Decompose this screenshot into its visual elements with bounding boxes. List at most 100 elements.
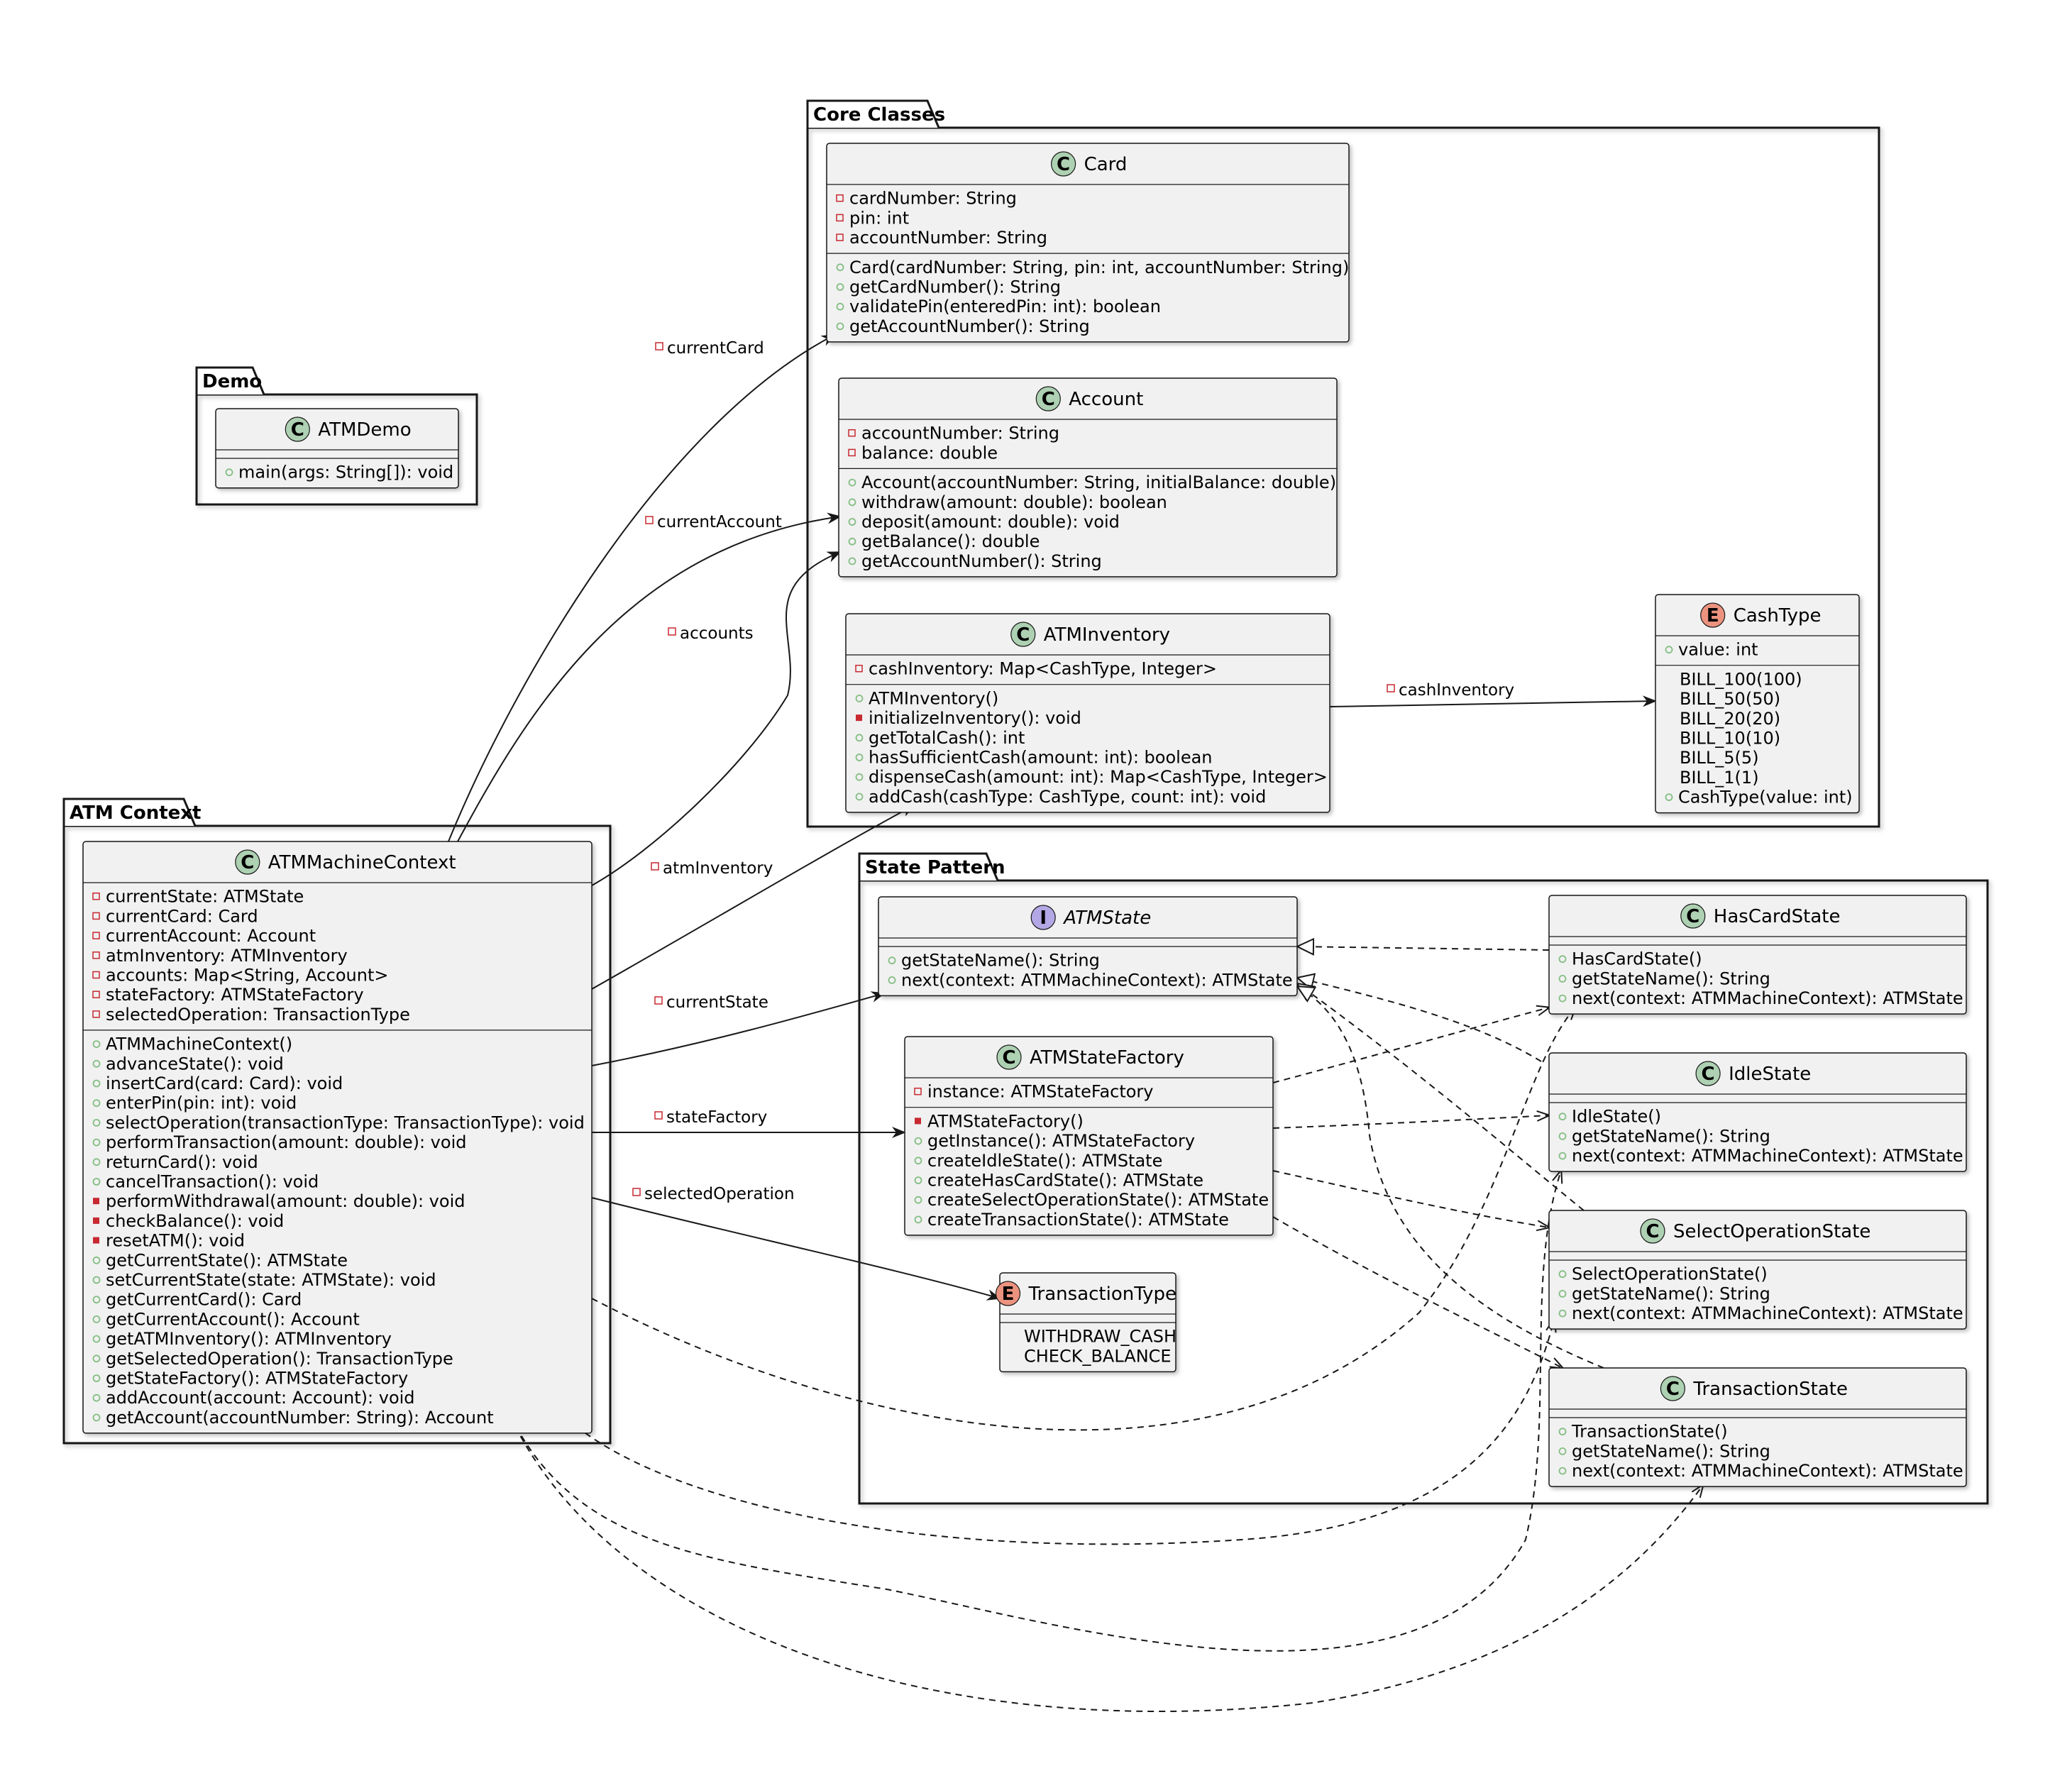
enum-constant: BILL_20(20) xyxy=(1680,709,1780,729)
method: next(context: ATMMachineContext): ATMSta… xyxy=(1572,988,1963,1008)
svg-text:E: E xyxy=(1707,605,1719,627)
class-name: HasCardState xyxy=(1714,906,1841,927)
link-currentCard: currentCard xyxy=(448,334,836,842)
svg-text:E: E xyxy=(1002,1284,1015,1305)
method: getStateName(): String xyxy=(1572,1284,1770,1303)
class-atmstate-factory: ATMStateFactory Cinstance: ATMStateFactor… xyxy=(904,1036,1274,1236)
method: TransactionState() xyxy=(1571,1422,1728,1442)
private-method-icon xyxy=(93,1237,99,1244)
enum-constant: BILL_5(5) xyxy=(1680,748,1759,768)
attribute: currentAccount: Account xyxy=(106,926,316,946)
link-label: currentAccount xyxy=(657,513,782,531)
association-line xyxy=(1329,695,1657,707)
link-label: currentCard xyxy=(667,339,764,358)
association-line xyxy=(457,512,842,842)
link-label: selectedOperation xyxy=(644,1185,795,1203)
class-idle-state: IdleState C IdleState()getStateName(): Str… xyxy=(1548,1052,1967,1172)
method: main(args: String[]): void xyxy=(238,463,453,482)
package-label: ATM Context xyxy=(70,802,201,824)
dependency-line xyxy=(515,1171,1561,1652)
interface-badge-icon: I xyxy=(1030,905,1056,930)
method: initializeInventory(): void xyxy=(869,708,1081,728)
method: getStateName(): String xyxy=(1572,1126,1770,1146)
method: checkBalance(): void xyxy=(106,1211,284,1231)
link-cashInventory: cashInventory xyxy=(1329,681,1657,707)
method: getStateName(): String xyxy=(1572,968,1770,988)
link-stateFactory: stateFactory xyxy=(592,1108,906,1138)
enum-constant: BILL_50(50) xyxy=(1680,689,1780,709)
enum-constant: CashType(value: int) xyxy=(1678,788,1853,807)
svg-text:C: C xyxy=(1666,1379,1680,1400)
link-label: accounts xyxy=(680,624,754,643)
method: getSelectedOperation(): TransactionType xyxy=(106,1349,453,1369)
link-label: atmInventory xyxy=(663,859,773,878)
package-label: State Pattern xyxy=(865,857,1005,878)
method: insertCard(card: Card): void xyxy=(106,1074,343,1093)
link-label: cashInventory xyxy=(1399,681,1514,700)
package-label: Core Classes xyxy=(813,104,945,126)
method: enterPin(pin: int): void xyxy=(106,1093,297,1113)
dependency-line xyxy=(514,1425,1703,1713)
method: getTotalCash(): int xyxy=(869,728,1025,748)
method: next(context: ATMMachineContext): ATMSta… xyxy=(1572,1461,1963,1481)
realization-line xyxy=(1297,947,1550,950)
enum-constant: CHECK_BALANCE xyxy=(1024,1346,1172,1366)
association-line xyxy=(448,334,836,842)
method: createIdleState(): ATMState xyxy=(927,1151,1162,1171)
method: HasCardState() xyxy=(1572,949,1702,969)
class-name: ATMDemo xyxy=(318,419,411,441)
private-visibility-icon xyxy=(632,1188,641,1196)
link-label: currentState xyxy=(666,993,768,1012)
private-visibility-icon xyxy=(655,342,663,351)
dependency-line xyxy=(1272,1008,1549,1083)
method: createSelectOperationState(): ATMState xyxy=(927,1190,1269,1210)
svg-text:C: C xyxy=(291,419,304,441)
method: resetATM(): void xyxy=(106,1231,245,1251)
class-name: ATMState xyxy=(1062,907,1151,929)
private-method-icon xyxy=(93,1217,99,1224)
svg-text:C: C xyxy=(1702,1064,1715,1085)
method: performWithdrawal(amount: double): void xyxy=(106,1191,465,1211)
link-currentState: currentState xyxy=(591,991,886,1066)
link-accounts: accounts xyxy=(591,551,842,886)
realization-line xyxy=(1297,983,1585,1211)
attribute: atmInventory: ATMInventory xyxy=(106,946,348,966)
svg-text:C: C xyxy=(241,852,254,873)
class-badge-icon: C xyxy=(1050,151,1076,177)
method: dispenseCash(amount: int): Map<CashType,… xyxy=(869,767,1328,787)
attribute: accountNumber: String xyxy=(849,228,1047,248)
class-has-card-state: HasCardState C HasCardState()getStateName(… xyxy=(1548,895,1967,1015)
class-name: ATMInventory xyxy=(1044,624,1170,646)
method: getAccountNumber(): String xyxy=(849,316,1090,336)
attribute: value: int xyxy=(1678,640,1758,660)
method: getCardNumber(): String xyxy=(849,277,1061,297)
svg-text:C: C xyxy=(1646,1221,1659,1242)
method: Card(cardNumber: String, pin: int, accou… xyxy=(849,258,1349,277)
class-badge-icon: C xyxy=(1640,1218,1665,1244)
association-line xyxy=(591,551,842,886)
method: getATMInventory(): ATMInventory xyxy=(106,1329,392,1349)
link-factory-transaction xyxy=(1272,1216,1563,1368)
method: getCurrentAccount(): Account xyxy=(106,1309,360,1329)
method: hasSufficientCash(amount: int): boolean xyxy=(869,748,1213,768)
method: next(context: ATMMachineContext): ATMSta… xyxy=(1572,1303,1963,1323)
attribute: instance: ATMStateFactory xyxy=(927,1082,1154,1102)
private-visibility-icon xyxy=(1387,684,1395,692)
method: createHasCardState(): ATMState xyxy=(927,1171,1203,1191)
link-factory-select xyxy=(1272,1170,1549,1227)
method: getStateName(): String xyxy=(901,951,1100,971)
attribute: cardNumber: String xyxy=(849,189,1017,209)
link-factory-hascard xyxy=(1272,1008,1549,1083)
class-transaction-state: TransactionState C TransactionState()getSt… xyxy=(1548,1367,1967,1487)
method: ATMInventory() xyxy=(869,688,998,708)
attribute: stateFactory: ATMStateFactory xyxy=(106,985,364,1005)
class-transaction-type: TransactionType E WITHDRAW_CASHCHECK_BALAN… xyxy=(995,1272,1176,1373)
class-select-operation-state: SelectOperationState C SelectOperationStat… xyxy=(1548,1210,1967,1330)
dependency-line xyxy=(1272,1170,1549,1227)
enum-badge-icon: E xyxy=(1700,602,1726,628)
link-hascard-realizes xyxy=(1297,947,1550,950)
method: next(context: ATMMachineContext): ATMSta… xyxy=(901,970,1293,990)
method: getCurrentCard(): Card xyxy=(106,1290,302,1310)
method: next(context: ATMMachineContext): ATMSta… xyxy=(1572,1146,1963,1166)
svg-text:I: I xyxy=(1040,907,1047,929)
